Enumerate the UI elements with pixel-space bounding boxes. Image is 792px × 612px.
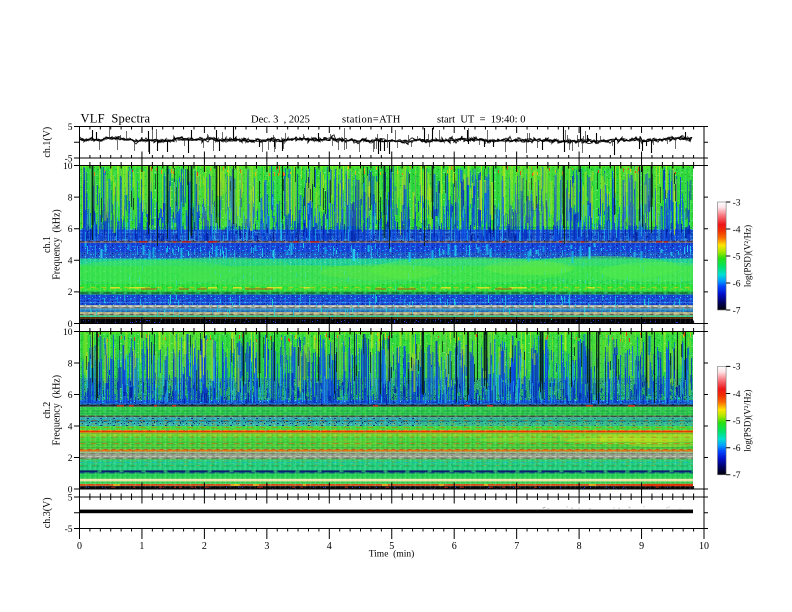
svg-text:5: 5	[68, 123, 73, 133]
svg-text:10: 10	[699, 541, 709, 552]
svg-text:-3: -3	[733, 363, 741, 373]
svg-text:start UT = 19:40: 0: start UT = 19:40: 0	[437, 115, 525, 126]
svg-text:4: 4	[327, 541, 332, 552]
svg-text:4: 4	[68, 257, 73, 267]
svg-text:-5: -5	[65, 525, 73, 535]
svg-text:VLF Spectra: VLF Spectra	[81, 112, 151, 126]
svg-text:8: 8	[68, 359, 73, 369]
svg-text:1: 1	[139, 541, 144, 552]
svg-text:6: 6	[452, 541, 457, 552]
svg-text:5: 5	[68, 494, 73, 504]
svg-text:-5: -5	[733, 252, 741, 262]
svg-text:10: 10	[63, 328, 73, 338]
svg-text:ch.3(V): ch.3(V)	[42, 497, 53, 528]
svg-text:Frequency (kHz): Frequency (kHz)	[52, 375, 63, 446]
svg-text:ch.1(V): ch.1(V)	[42, 127, 53, 158]
svg-text:-4: -4	[733, 225, 741, 235]
svg-text:-3: -3	[733, 198, 741, 208]
svg-text:4: 4	[68, 422, 73, 432]
svg-text:10: 10	[63, 162, 73, 172]
svg-text:6: 6	[68, 225, 73, 235]
svg-text:station=ATH: station=ATH	[342, 115, 401, 126]
svg-text:Time (min): Time (min)	[369, 549, 415, 560]
svg-text:0: 0	[77, 541, 82, 552]
svg-text:-7: -7	[733, 306, 741, 316]
svg-text:-6: -6	[733, 279, 741, 289]
svg-text:Dec. 3 , 2025: Dec. 3 , 2025	[251, 115, 310, 126]
svg-text:9: 9	[639, 541, 644, 552]
svg-text:-7: -7	[733, 471, 741, 481]
svg-text:log(PSD)(V²/Hz): log(PSD)(V²/Hz)	[743, 225, 753, 287]
svg-text:Frequency (kHz): Frequency (kHz)	[52, 209, 63, 280]
svg-text:3: 3	[264, 541, 269, 552]
svg-text:-5: -5	[733, 417, 741, 427]
svg-text:-4: -4	[733, 390, 741, 400]
svg-text:6: 6	[68, 391, 73, 401]
svg-text:8: 8	[68, 193, 73, 203]
svg-text:log(PSD)(V²/Hz): log(PSD)(V²/Hz)	[743, 389, 753, 451]
svg-text:-6: -6	[733, 444, 741, 454]
svg-text:2: 2	[202, 541, 207, 552]
svg-text:2: 2	[68, 288, 73, 298]
svg-text:8: 8	[577, 541, 582, 552]
svg-text:7: 7	[514, 541, 519, 552]
svg-text:2: 2	[68, 454, 73, 464]
